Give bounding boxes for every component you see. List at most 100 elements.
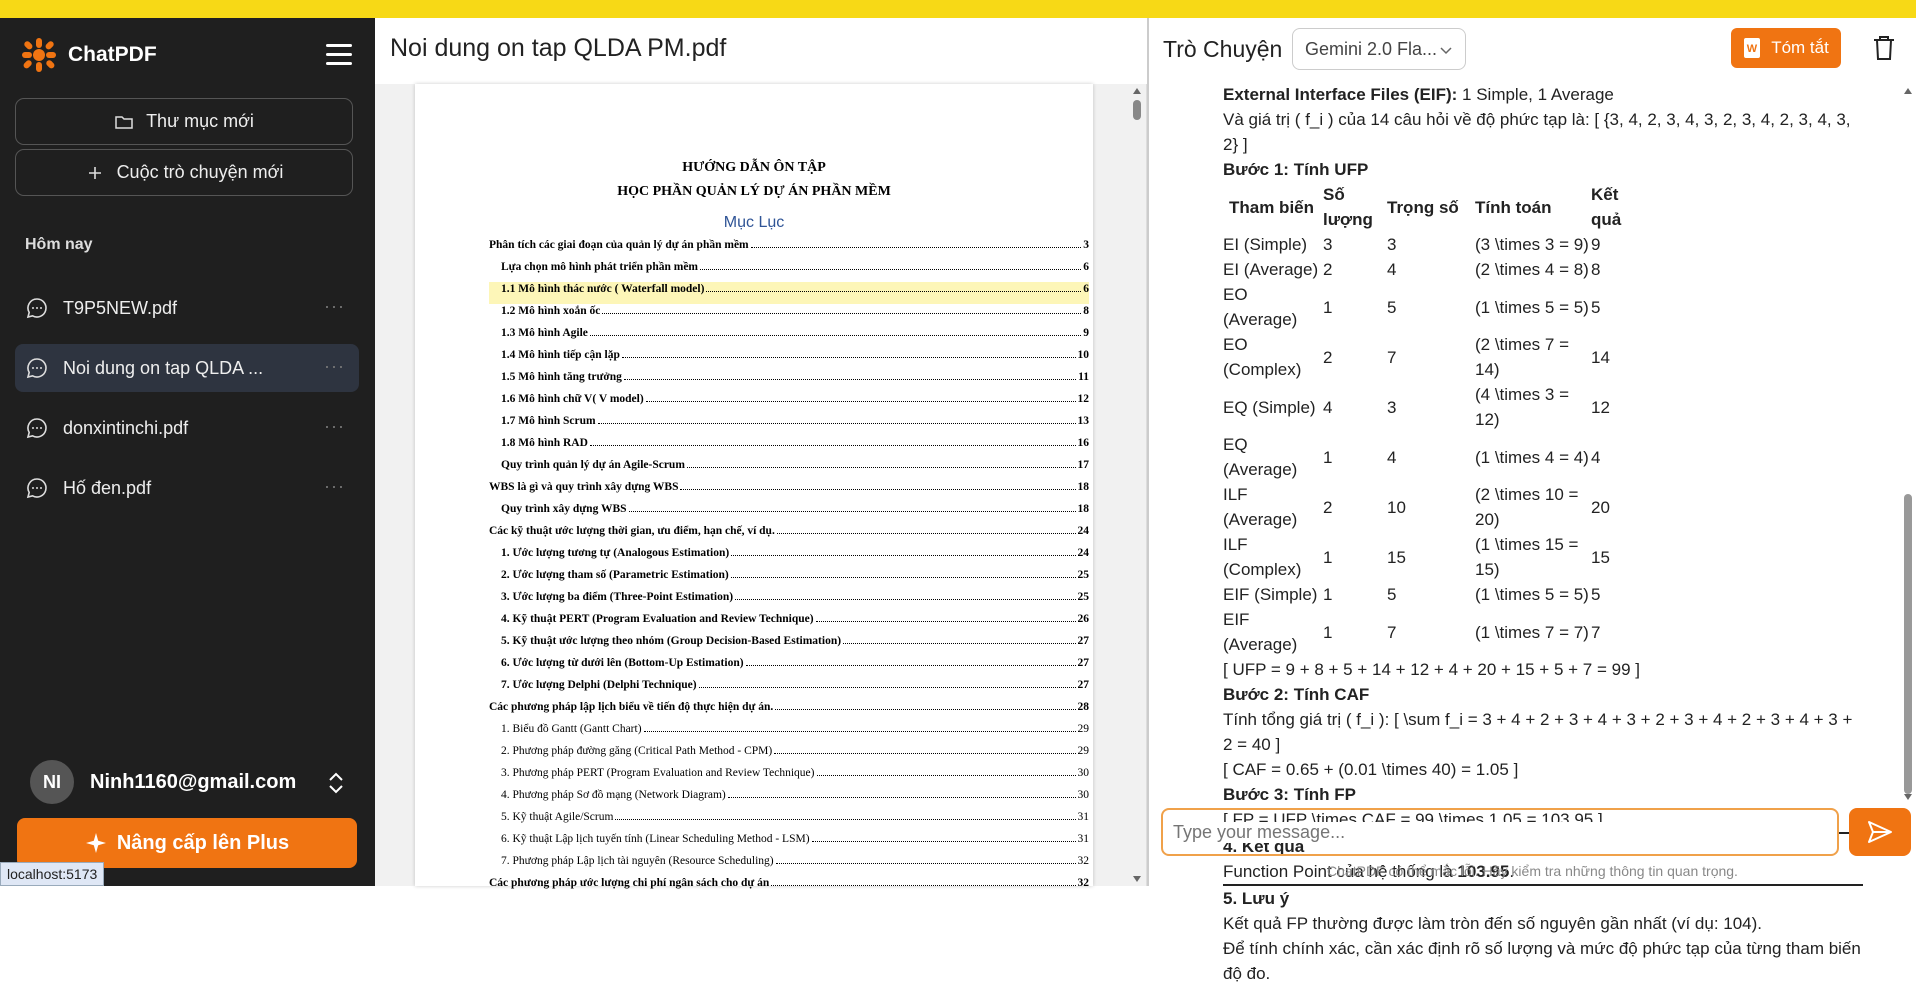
toc-page-number: 16	[1077, 437, 1090, 449]
toc-row[interactable]: 2. Ước lượng tham số (Parametric Estimat…	[489, 568, 1089, 590]
table-cell: (1 \times 15 = 15)	[1475, 535, 1579, 579]
conversation-label: donxintinchi.pdf	[63, 417, 189, 438]
trash-icon[interactable]	[1871, 34, 1897, 62]
toc-row[interactable]: 5. Kỹ thuật ước lượng theo nhóm (Group D…	[489, 634, 1089, 656]
toc-row[interactable]: Các phương pháp ước lượng chi phí ngân s…	[489, 876, 1089, 898]
section-today-label: Hôm nay	[25, 236, 93, 253]
toc-row[interactable]: Quy trình xây dựng WBS 18	[489, 502, 1089, 524]
toc-leader	[589, 436, 1076, 446]
toc-row[interactable]: Các phương pháp lập lịch biểu về tiến độ…	[489, 700, 1089, 722]
table-header-cell: Số lượng	[1323, 185, 1373, 229]
conversation-item[interactable]: T9P5NEW.pdf ···	[15, 284, 359, 332]
toc-page-number: 10	[1077, 349, 1090, 361]
table-header-cell: Tham biến	[1229, 197, 1315, 217]
toc-page-number: 27	[1077, 657, 1090, 669]
conversation-item[interactable]: donxintinchi.pdf ···	[15, 404, 359, 452]
toc-row[interactable]: 1. Ước lượng tương tự (Analogous Estimat…	[489, 546, 1089, 568]
toc-row[interactable]: 1.3 Mô hình Agile 9	[489, 326, 1089, 348]
toc-row[interactable]: 3. Phương pháp PERT (Program Evaluation …	[489, 766, 1089, 788]
toc-row[interactable]: 5. Kỹ thuật Agile/Scrum 31	[489, 810, 1089, 832]
toc-leader	[750, 238, 1082, 248]
toc-page-number: 25	[1077, 591, 1090, 603]
toc-row[interactable]: Lựa chọn mô hình phát triển phần mềm 6	[489, 260, 1089, 282]
toc-row[interactable]: 1.6 Mô hình chữ V( V model) 12	[489, 392, 1089, 414]
toc-row[interactable]: 7. Ước lượng Delphi (Delphi Technique) 27	[489, 678, 1089, 700]
message-input[interactable]	[1173, 821, 1837, 843]
pdf-header: Noi dung on tap QLDA PM.pdf	[375, 18, 1147, 84]
table-cell: 1	[1323, 547, 1333, 567]
table-cell: EO (Average)	[1223, 285, 1298, 329]
summary-button[interactable]: W Tóm tắt	[1731, 28, 1841, 68]
toc-row[interactable]: 2. Phương pháp đường găng (Critical Path…	[489, 744, 1089, 766]
user-profile[interactable]: NI Ninh1160@gmail.com	[30, 760, 296, 804]
toc-row[interactable]: Quy trình quản lý dự án Agile-Scrum 17	[489, 458, 1089, 480]
toc-entry-title: 1.4 Mô hình tiếp cận lặp	[501, 349, 620, 361]
upgrade-plus-button[interactable]: Nâng cấp lên Plus	[17, 818, 357, 868]
toc-row[interactable]: WBS là gì và quy trình xây dựng WBS 18	[489, 480, 1089, 502]
brand[interactable]: ChatPDF	[20, 36, 157, 74]
chat-panel: Trò Chuyện Gemini 2.0 Fla... W Tóm tắt E…	[1147, 18, 1916, 983]
browser-status-url: localhost:5173	[0, 862, 105, 886]
toc-leader	[727, 788, 1076, 798]
toc-row[interactable]: 1.1 Mô hình thác nước ( Waterfall model)…	[489, 282, 1089, 304]
toc-leader	[680, 480, 1076, 490]
toc-leader	[628, 502, 1076, 512]
toc-row[interactable]: 4. Kỹ thuật PERT (Program Evaluation and…	[489, 612, 1089, 634]
more-options-icon[interactable]: ···	[324, 416, 345, 437]
more-options-icon[interactable]: ···	[324, 356, 345, 377]
toc-page-number: 27	[1077, 679, 1090, 691]
table-cell: 1	[1323, 297, 1333, 317]
note-line: Để tính chính xác, cần xác định rõ số lư…	[1223, 939, 1861, 983]
toc-row[interactable]: 6. Ước lượng từ dưới lên (Bottom-Up Esti…	[489, 656, 1089, 678]
toc-row[interactable]: 7. Phương pháp Lập lịch tài nguyên (Reso…	[489, 854, 1089, 876]
svg-text:W: W	[1747, 43, 1758, 55]
toc-row[interactable]: 1.8 Mô hình RAD 16	[489, 436, 1089, 458]
toc-row[interactable]: Các kỹ thuật ước lượng thời gian, ưu điể…	[489, 524, 1089, 546]
toc-leader	[775, 700, 1076, 710]
toc-row[interactable]: 1.2 Mô hình xoắn ốc 8	[489, 304, 1089, 326]
toc-row[interactable]: Phân tích các giai đoạn của quản lý dự á…	[489, 238, 1089, 260]
toc-row[interactable]: 1.5 Mô hình tăng trưởng 11	[489, 370, 1089, 392]
table-cell: (1 \times 5 = 5)	[1475, 585, 1589, 604]
new-folder-button[interactable]: Thư mục mới	[15, 98, 353, 145]
fi-line: Và giá trị ( f_i ) của 14 câu hỏi về độ …	[1223, 110, 1851, 154]
toc-leader	[643, 722, 1076, 732]
toc-page-number: 31	[1077, 833, 1090, 845]
send-button[interactable]	[1849, 808, 1911, 856]
toc-row[interactable]: 6. Kỹ thuật Lập lịch tuyến tính (Linear …	[489, 832, 1089, 854]
more-options-icon[interactable]: ···	[324, 476, 345, 497]
chevron-up-down-icon[interactable]	[325, 770, 347, 796]
new-chat-button[interactable]: Cuộc trò chuyện mới	[15, 149, 353, 196]
toc-leader	[621, 348, 1076, 358]
pdf-page[interactable]: HƯỚNG DẪN ÔN TẬP HỌC PHẦN QUẢN LÝ DỰ ÁN …	[415, 84, 1093, 889]
pdf-scrollbar[interactable]	[1130, 84, 1144, 886]
hamburger-menu-icon[interactable]	[326, 44, 352, 66]
model-select[interactable]: Gemini 2.0 Fla...	[1292, 28, 1466, 70]
toc-row[interactable]: 3. Ước lượng ba điểm (Three-Point Estima…	[489, 590, 1089, 612]
table-cell: 7	[1387, 622, 1397, 642]
table-cell: EI (Simple)	[1223, 235, 1308, 254]
toc-leader	[745, 656, 1076, 666]
toc-row[interactable]: 4. Phương pháp Sơ đồ mạng (Network Diagr…	[489, 788, 1089, 810]
table-cell: 2	[1323, 497, 1333, 517]
toc-entry-title: 4. Phương pháp Sơ đồ mạng (Network Diagr…	[501, 789, 726, 801]
toc-entry-title: Lựa chọn mô hình phát triển phần mềm	[501, 261, 699, 273]
table-cell: 4	[1387, 447, 1397, 467]
conversation-item[interactable]: Hố đen.pdf ···	[15, 464, 359, 512]
toc-entry-title: Các phương pháp lập lịch biểu về tiến độ…	[489, 701, 774, 713]
chat-scrollbar[interactable]	[1901, 84, 1915, 804]
table-row: ILF (Complex) 1 15 (1 \times 15 = 15) 15	[1223, 532, 1651, 582]
more-options-icon[interactable]: ···	[324, 296, 345, 317]
toc-row[interactable]: 1.7 Mô hình Scrum 13	[489, 414, 1089, 436]
toc-leader	[686, 458, 1076, 468]
toc-row[interactable]: 1.4 Mô hình tiếp cận lặp 10	[489, 348, 1089, 370]
toc-entry-title: 1.5 Mô hình tăng trưởng	[501, 371, 622, 383]
table-cell: 5	[1591, 585, 1601, 604]
toc-row[interactable]: 1. Biểu đồ Gantt (Gantt Chart) 29	[489, 722, 1089, 744]
conversation-item-active[interactable]: Noi dung on tap QLDA ... ···	[15, 344, 359, 392]
toc-page-number: 11	[1078, 371, 1089, 383]
toc-page-number: 3	[1083, 239, 1089, 251]
toc-entry-title: 2. Phương pháp đường găng (Critical Path…	[501, 745, 773, 757]
table-cell: 1	[1323, 585, 1333, 604]
user-email: Ninh1160@gmail.com	[90, 770, 297, 793]
